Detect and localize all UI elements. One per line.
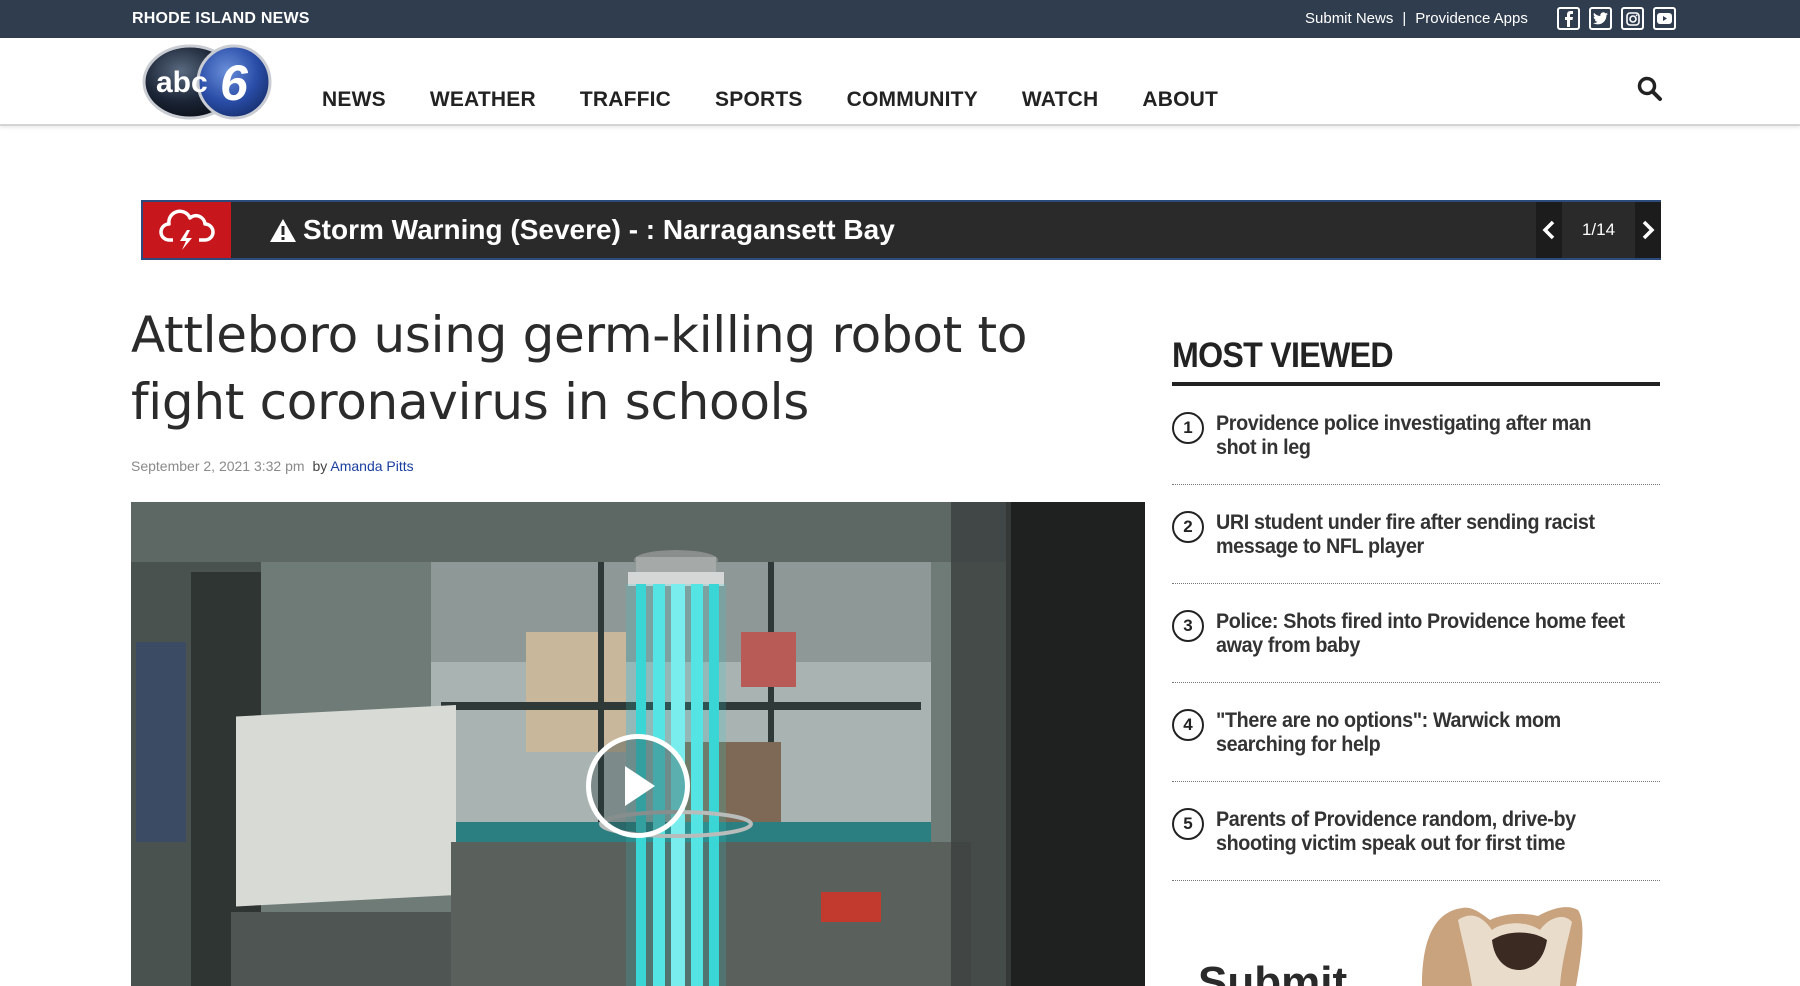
alert-next-button[interactable] (1635, 202, 1661, 258)
item-headline-link[interactable]: Parents of Providence random, drive-by s… (1216, 808, 1630, 856)
submit-news-link[interactable]: Submit News (1305, 10, 1393, 27)
social-links (1557, 7, 1676, 30)
site-name: RHODE ISLAND NEWS (132, 10, 310, 27)
chevron-right-icon (1642, 220, 1655, 240)
video-player[interactable] (131, 502, 1145, 986)
logo-6-text: 6 (220, 55, 249, 111)
author-link[interactable]: Amanda Pitts (330, 458, 413, 474)
nav-sports[interactable]: SPORTS (715, 88, 803, 112)
nav-weather[interactable]: WEATHER (430, 88, 536, 112)
search-icon[interactable] (1636, 75, 1664, 103)
most-viewed-list: 1 Providence police investigating after … (1172, 386, 1660, 881)
facebook-icon[interactable] (1557, 7, 1580, 30)
logo-abc-text: abc (156, 66, 208, 99)
item-headline-link[interactable]: Providence police investigating after ma… (1216, 412, 1630, 460)
item-number: 1 (1172, 412, 1204, 444)
nav-traffic[interactable]: TRAFFIC (580, 88, 671, 112)
instagram-icon[interactable] (1621, 7, 1644, 30)
providence-apps-link[interactable]: Providence Apps (1415, 10, 1528, 27)
play-icon (625, 766, 655, 806)
youtube-icon[interactable] (1653, 7, 1676, 30)
link-separator: | (1402, 10, 1407, 27)
item-headline-link[interactable]: "There are no options": Warwick mom sear… (1216, 709, 1630, 757)
item-number: 2 (1172, 511, 1204, 543)
weather-alert-bar[interactable]: Storm Warning (Severe) - : Narragansett … (141, 200, 1661, 260)
list-item[interactable]: 3 Police: Shots fired into Providence ho… (1172, 584, 1660, 683)
twitter-icon[interactable] (1589, 7, 1612, 30)
top-links: Submit News | Providence Apps (1305, 10, 1528, 27)
item-headline-link[interactable]: Police: Shots fired into Providence home… (1216, 610, 1630, 658)
alert-text: Storm Warning (Severe) - : Narragansett … (303, 214, 895, 245)
alert-pager: 1/14 (1536, 202, 1661, 258)
article-headline: Attleboro using germ-killing robot to fi… (131, 306, 1028, 431)
nav-watch[interactable]: WATCH (1022, 88, 1098, 112)
warning-icon (270, 218, 296, 242)
item-number: 5 (1172, 808, 1204, 840)
nav-about[interactable]: ABOUT (1142, 88, 1218, 112)
chevron-left-icon (1542, 220, 1555, 240)
submit-promo-ad[interactable]: Submit (1172, 900, 1660, 986)
top-bar: RHODE ISLAND NEWS Submit News | Providen… (0, 0, 1800, 38)
list-item[interactable]: 4 "There are no options": Warwick mom se… (1172, 683, 1660, 782)
item-number: 3 (1172, 610, 1204, 642)
byline-by: by (312, 458, 328, 474)
nav-news[interactable]: NEWS (322, 88, 386, 112)
article-date: September 2, 2021 3:32 pm (131, 458, 305, 474)
storm-cloud-icon (143, 202, 231, 258)
list-item[interactable]: 5 Parents of Providence random, drive-by… (1172, 782, 1660, 881)
site-header: abc 6 NEWS WEATHER TRAFFIC SPORTS COMMUN… (0, 38, 1800, 126)
main-nav: NEWS WEATHER TRAFFIC SPORTS COMMUNITY WA… (322, 88, 1262, 112)
item-headline-link[interactable]: URI student under fire after sending rac… (1216, 511, 1630, 559)
abc6-logo[interactable]: abc 6 (140, 42, 275, 122)
item-number: 4 (1172, 709, 1204, 741)
most-viewed-title: MOST VIEWED (1172, 336, 1394, 375)
play-button[interactable] (586, 734, 690, 838)
alert-prev-button[interactable] (1536, 202, 1562, 258)
article-byline: September 2, 2021 3:32 pm by Amanda Pitt… (131, 458, 414, 474)
nav-community[interactable]: COMMUNITY (847, 88, 978, 112)
alert-page-count: 1/14 (1581, 220, 1616, 239)
alert-message: Storm Warning (Severe) - : Narragansett … (269, 214, 895, 246)
list-item[interactable]: 2 URI student under fire after sending r… (1172, 485, 1660, 584)
list-item[interactable]: 1 Providence police investigating after … (1172, 386, 1660, 485)
promo-text: Submit (1198, 958, 1348, 986)
